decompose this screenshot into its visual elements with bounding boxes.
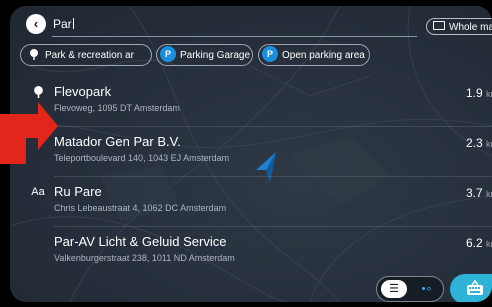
result-address: Teleportboulevard 140, 1043 EJ Amsterdam <box>54 153 230 163</box>
navigation-screen: ‹ Par Whole map Park & recreation ar PPa… <box>10 6 492 302</box>
map-view-icon[interactable]: •∘ <box>415 280 439 298</box>
result-distance: 2.3 km <box>466 136 492 150</box>
filter-label: Park & recreation ar <box>45 50 134 61</box>
result-name: Matador Gen Par B.V. <box>54 134 181 149</box>
map-icon <box>433 21 445 30</box>
keyboard-icon <box>467 280 483 295</box>
filter-open-parking-area[interactable]: P Open parking area <box>258 44 370 66</box>
result-distance: 6.2 km <box>466 236 492 250</box>
divider <box>54 176 492 177</box>
result-name: Par-AV Licht & Geluid Service <box>54 234 227 249</box>
annotation-arrow-icon <box>0 102 58 164</box>
search-input[interactable]: Par <box>53 17 74 31</box>
whole-map-label: Whole map <box>449 22 492 33</box>
result-row[interactable]: Matador Gen Par B.V. Teleportboulevard 1… <box>10 128 492 176</box>
back-button[interactable]: ‹ <box>26 14 46 34</box>
result-address: Flevoweg, 1095 DT Amsterdam <box>54 103 180 113</box>
list-view-icon[interactable]: ☰ <box>381 280 407 298</box>
chevron-left-icon: ‹ <box>33 16 39 31</box>
parking-garage-icon: P <box>160 46 176 63</box>
search-bar: ‹ Par Whole map <box>10 6 492 40</box>
text-match-icon: Aa <box>31 186 45 198</box>
divider <box>54 126 492 127</box>
result-name: Ru Pare <box>54 184 102 199</box>
filter-parking-garage[interactable]: P Parking Garage <box>156 44 253 66</box>
whole-map-button[interactable]: Whole map <box>426 18 492 35</box>
divider <box>54 226 492 227</box>
result-name: Flevopark <box>54 84 112 99</box>
filter-label: Open parking area <box>282 50 365 61</box>
filter-park-recreation[interactable]: Park & recreation ar <box>20 44 152 66</box>
result-address: Valkenburgerstraat 238, 1011 ND Amsterda… <box>54 253 235 263</box>
result-row[interactable]: Par-AV Licht & Geluid Service Valkenburg… <box>10 228 492 276</box>
bottom-controls: ☰ •∘ <box>10 274 492 302</box>
result-distance: 3.7 km <box>466 186 492 200</box>
device-frame: ‹ Par Whole map Park & recreation ar PPa… <box>0 0 492 307</box>
filter-label: Parking Garage <box>180 50 251 61</box>
result-row[interactable]: Aa Ru Pare Chris Lebeaustraat 4, 1062 DC… <box>10 178 492 226</box>
search-query-text: Par <box>53 17 72 31</box>
tree-icon <box>30 48 38 60</box>
parking-icon: P <box>262 46 278 63</box>
keyboard-button[interactable] <box>450 274 492 302</box>
text-cursor <box>72 18 74 29</box>
result-distance: 1.9 km <box>466 86 492 100</box>
search-underline <box>52 36 417 37</box>
result-row[interactable]: Flevopark Flevoweg, 1095 DT Amsterdam 1.… <box>10 78 492 126</box>
result-address: Chris Lebeaustraat 4, 1062 DC Amsterdam <box>54 203 227 213</box>
category-filters: Park & recreation ar P Parking Garage P Op… <box>10 42 492 68</box>
list-map-toggle[interactable]: ☰ •∘ <box>376 276 444 302</box>
